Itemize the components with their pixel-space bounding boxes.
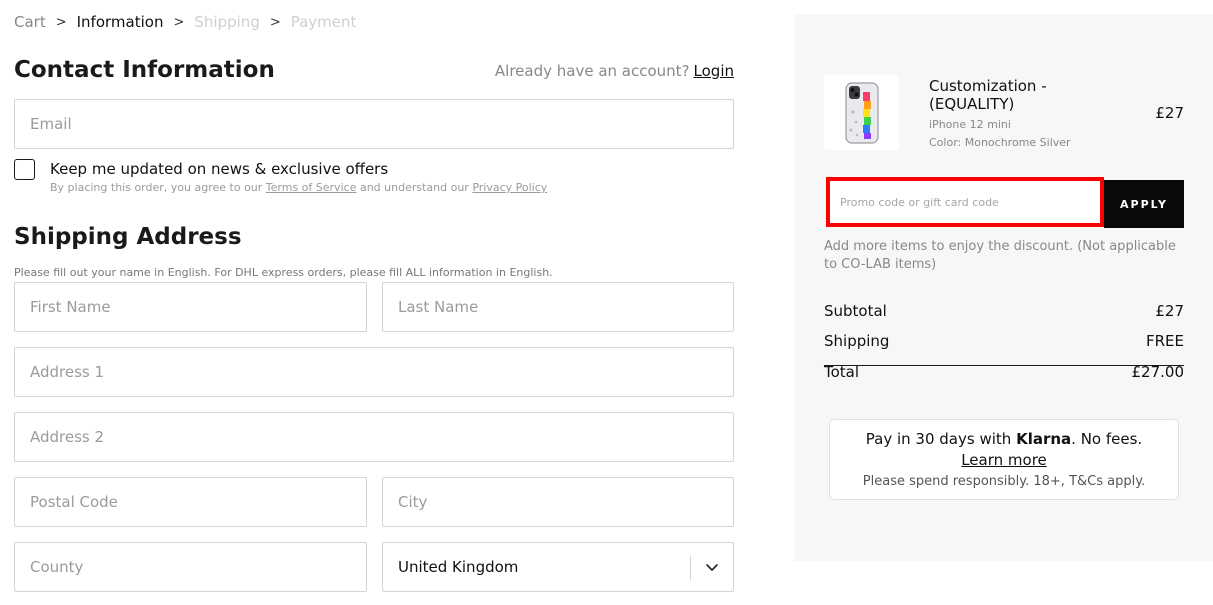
promo-code-input[interactable]	[830, 181, 1100, 223]
product-price: £27	[1155, 104, 1184, 122]
phone-case-image	[844, 81, 879, 144]
country-select[interactable]: United Kingdom	[382, 542, 734, 592]
klarna-learn-more-link[interactable]: Learn more	[830, 451, 1178, 469]
postal-code-field	[14, 477, 367, 527]
first-name-input[interactable]	[15, 283, 366, 331]
city-input[interactable]	[383, 478, 733, 526]
shipping-value: FREE	[1145, 332, 1184, 350]
postal-code-input[interactable]	[15, 478, 366, 526]
contact-information-title: Contact Information	[14, 57, 275, 83]
terms-notice: By placing this order, you agree to our …	[50, 181, 547, 194]
klarna-message: Pay in 30 days with Klarna. No fees.	[830, 430, 1178, 448]
discount-note: Add more items to enjoy the discount. (N…	[824, 239, 1176, 272]
city-field	[382, 477, 734, 527]
klarna-brand: Klarna	[1016, 430, 1072, 448]
breadcrumb-cart[interactable]: Cart	[14, 13, 46, 31]
breadcrumb-shipping: Shipping	[194, 13, 260, 31]
breadcrumb: Cart > Information > Shipping > Payment	[14, 13, 356, 31]
email-input[interactable]	[15, 100, 733, 148]
newsletter-checkbox[interactable]	[14, 159, 35, 180]
email-field	[14, 99, 734, 149]
county-field	[14, 542, 367, 592]
total-value: £27.00	[1131, 363, 1185, 381]
total-label: Total	[824, 363, 860, 381]
account-prompt-text: Already have an account?	[494, 62, 690, 80]
terms-prefix: By placing this order, you agree to our	[50, 181, 263, 194]
product-variant: iPhone 12 mini	[929, 118, 1011, 131]
breadcrumb-payment: Payment	[290, 13, 357, 31]
klarna-suffix: . No fees.	[1071, 430, 1143, 448]
last-name-field	[382, 282, 734, 332]
klarna-prefix: Pay in 30 days with	[865, 430, 1012, 448]
product-name: Customization - (EQUALITY)	[929, 77, 1047, 113]
promo-code-field	[826, 177, 1104, 227]
breadcrumb-separator: >	[55, 14, 67, 30]
country-value: United Kingdom	[398, 558, 519, 576]
breadcrumb-separator: >	[269, 14, 281, 30]
address1-field	[14, 347, 734, 397]
chevron-down-icon	[706, 564, 718, 571]
shipping-address-title: Shipping Address	[14, 224, 242, 250]
login-link[interactable]: Login	[694, 62, 734, 80]
account-prompt: Already have an account? Login	[495, 62, 734, 80]
address1-input[interactable]	[15, 348, 733, 396]
address2-field	[14, 412, 734, 462]
shipping-label: Shipping	[824, 332, 890, 350]
select-divider	[690, 556, 691, 580]
subtotal-label: Subtotal	[824, 302, 887, 320]
last-name-input[interactable]	[383, 283, 733, 331]
summary-divider	[824, 365, 1184, 366]
breadcrumb-information: Information	[76, 13, 164, 31]
klarna-disclaimer: Please spend responsibly. 18+, T&Cs appl…	[862, 474, 1146, 489]
privacy-policy-link[interactable]: Privacy Policy	[472, 181, 547, 194]
klarna-banner: Pay in 30 days with Klarna. No fees. Lea…	[829, 419, 1179, 500]
first-name-field	[14, 282, 367, 332]
address2-input[interactable]	[15, 413, 733, 461]
product-color: Color: Monochrome Silver	[929, 136, 1071, 149]
order-summary: Customization - (EQUALITY) iPhone 12 min…	[794, 14, 1213, 561]
shipping-note: Please fill out your name in English. Fo…	[14, 266, 553, 279]
subtotal-value: £27	[1155, 302, 1184, 320]
county-input[interactable]	[15, 543, 366, 591]
product-thumbnail	[824, 75, 899, 150]
newsletter-label: Keep me updated on news & exclusive offe…	[50, 160, 389, 178]
terms-middle: and understand our	[359, 181, 469, 194]
breadcrumb-separator: >	[173, 14, 185, 30]
apply-button[interactable]: APPLY	[1104, 180, 1184, 228]
terms-of-service-link[interactable]: Terms of Service	[266, 181, 357, 194]
